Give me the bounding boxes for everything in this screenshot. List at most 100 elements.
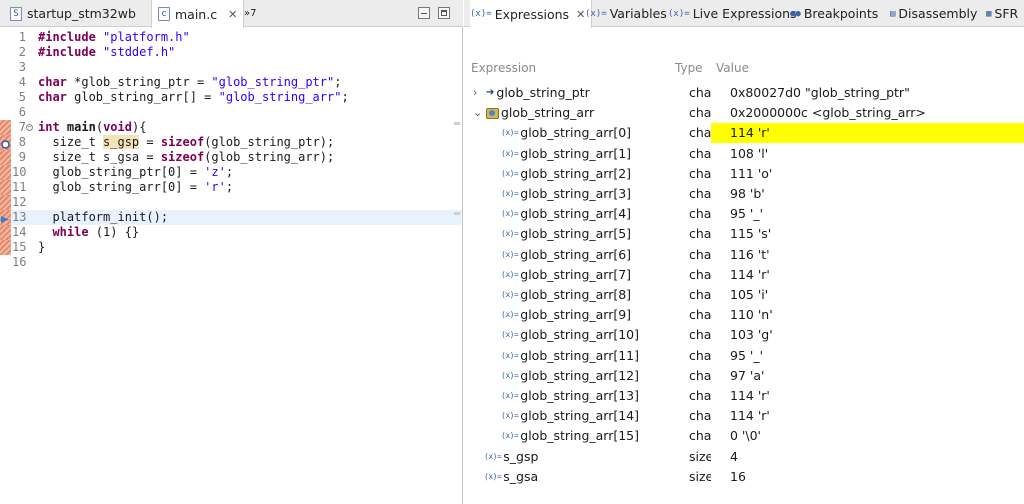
tab-main-c[interactable]: c main.c ✕ [151,0,245,28]
code-line[interactable]: 15} [0,240,462,255]
expression-value[interactable]: 0x80027d0 "glob_string_ptr" [711,83,1024,103]
expression-row[interactable]: (x)= glob_string_arr[0] cha 114 'r' [464,123,1024,144]
expression-row[interactable]: ⌄ glob_string_arr cha 0x2000000c <glob_stri… [464,103,1024,123]
code-line[interactable]: 16 [0,255,462,270]
column-header-type[interactable]: Type [675,61,703,75]
tab-live-expressions[interactable]: (x)= Live Expressions [668,0,797,27]
code-line[interactable]: 1 #include "platform.h" [0,30,462,45]
tab-variables[interactable]: (x)= Variables [585,0,667,27]
tab-label: startup_stm32wb [27,6,136,21]
column-header-value[interactable]: Value [716,61,749,75]
expression-row[interactable]: › ➔ glob_string_ptr cha 0x80027d0 "glob_stri… [464,83,1024,103]
expression-type: cha [689,105,711,121]
fold-toggle-icon[interactable]: − [26,124,33,131]
expression-row[interactable]: (x)= glob_string_arr[15] cha 0 '\0' [464,426,1024,446]
tab-breakpoints[interactable]: ●● Breakpoints [790,0,878,27]
expression-value[interactable]: 115 's' [711,224,1024,244]
expression-value[interactable]: 105 'i' [711,285,1024,305]
expression-type: cha [689,85,711,100]
expression-row[interactable]: (x)= glob_string_arr[2] cha 111 'o' [464,164,1024,184]
column-header-expression[interactable]: Expression [471,61,536,75]
expression-value[interactable]: 0 '\0' [711,426,1024,446]
variable-icon: (x)= [501,249,519,259]
code-line[interactable]: 5 char glob_string_arr[] = "glob_string_a… [0,90,462,105]
expression-label: glob_string_arr[10] [520,327,640,343]
expression-name: (x)= glob_string_arr[8] [501,285,631,305]
tab-overflow[interactable]: »7 [238,0,262,27]
expression-row[interactable]: (x)= glob_string_arr[9] cha 110 'n' [464,305,1024,325]
expression-type: cha [689,287,711,302]
code-line[interactable]: 10 glob_string_ptr[0] = 'z'; [0,165,462,180]
expression-value[interactable]: 95 '_' [711,346,1024,366]
code-text: while (1) {} [52,225,140,239]
expression-row[interactable]: (x)= glob_string_arr[8] cha 105 'i' [464,285,1024,305]
expression-value[interactable]: 114 'r' [711,123,1024,144]
code-line[interactable]: 8 size_t s_gsp = sizeof(glob_string_ptr)… [0,135,462,150]
overview-marker[interactable] [454,212,460,215]
expression-row[interactable]: (x)= glob_string_arr[11] cha 95 '_' [464,346,1024,366]
expression-value[interactable]: 111 'o' [711,164,1024,184]
views-pane: (x)= Expressions ✕ (x)= Variables (x)= L… [464,0,1024,504]
minimize-icon[interactable] [418,7,430,19]
code-line[interactable]: 2 #include "stddef.h" [0,45,462,60]
code-line[interactable]: 9 size_t s_gsa = sizeof(glob_string_arr)… [0,150,462,165]
expression-row[interactable]: (x)= s_gsp size 4 [464,447,1024,467]
expression-row[interactable]: (x)= glob_string_arr[3] cha 98 'b' [464,184,1024,204]
expression-row[interactable]: (x)= glob_string_arr[12] cha 97 'a' [464,366,1024,386]
expression-row[interactable]: (x)= glob_string_arr[10] cha 103 'g' [464,325,1024,345]
expression-row[interactable]: (x)= glob_string_arr[6] cha 116 't' [464,245,1024,265]
code-line[interactable]: 7− int main(void){ [0,120,462,135]
code-line[interactable]: 4 char *glob_string_ptr = "glob_string_pt… [0,75,462,90]
expression-type: size [689,468,711,484]
code-line[interactable]: 6 [0,105,462,120]
expression-row[interactable]: (x)= glob_string_arr[4] cha 95 '_' [464,204,1024,224]
expression-row[interactable]: (x)= glob_string_arr[7] cha 114 'r' [464,265,1024,285]
expression-row[interactable]: (x)= glob_string_arr[14] cha 114 'r' [464,406,1024,426]
expression-value[interactable]: 114 'r' [711,386,1024,406]
collapse-arrow-icon[interactable]: ⌄ [473,103,482,123]
variable-icon: (x)= [501,290,519,299]
expression-value[interactable]: 95 '_' [711,204,1024,224]
expression-name: (x)= glob_string_arr[1] [501,144,631,164]
expression-row[interactable]: (x)= glob_string_arr[13] cha 114 'r' [464,386,1024,406]
line-number: 15 [12,240,27,254]
c-file-icon: c [158,7,170,21]
close-icon[interactable]: ✕ [576,8,585,21]
expression-row[interactable]: (x)= glob_string_arr[5] cha 115 's' [464,224,1024,244]
expression-type: cha [689,367,711,383]
expression-type: cha [689,186,711,201]
line-number: 10 [12,165,27,179]
tab-expressions[interactable]: (x)= Expressions ✕ [470,0,593,28]
expression-row[interactable]: (x)= s_gsa size 16 [464,467,1024,487]
expression-value[interactable]: 16 [711,467,1024,487]
overview-marker[interactable] [454,122,460,125]
code-line[interactable]: 3 [0,60,462,75]
expression-value[interactable]: 103 'g' [711,325,1024,345]
code-line[interactable]: 13 platform_init(); [0,210,462,225]
expression-value[interactable]: 98 'b' [711,184,1024,204]
expression-value[interactable]: 97 'a' [711,366,1024,386]
expression-type: cha [689,226,711,242]
close-icon[interactable]: ✕ [228,8,237,21]
watchpoint-icon[interactable] [1,138,10,149]
code-line[interactable]: 12 [0,195,462,210]
tab-sfr[interactable]: ▦ SFR [986,0,1018,27]
expression-value[interactable]: 114 'r' [711,265,1024,285]
expression-value[interactable]: 114 'r' [711,406,1024,426]
expression-value[interactable]: 108 'l' [711,144,1024,164]
expression-value[interactable]: 110 'n' [711,305,1024,325]
expression-row[interactable]: (x)= glob_string_arr[1] cha 108 'l' [464,144,1024,164]
expression-value[interactable]: 116 't' [711,245,1024,265]
code-editor[interactable]: 1 #include "platform.h" 2 #include "stddef.… [0,27,462,504]
expression-type: cha [689,206,711,222]
code-line[interactable]: 14 while (1) {} [0,225,462,240]
expression-type: cha [689,246,711,262]
tab-disassembly[interactable]: ▤ Disassembly [890,0,977,27]
code-line[interactable]: 11 glob_string_arr[0] = 'r'; [0,180,462,195]
expression-value[interactable]: 0x2000000c <glob_string_arr> [711,103,1024,123]
expand-arrow-icon[interactable]: › [473,83,477,103]
maximize-icon[interactable] [438,7,450,19]
expression-value[interactable]: 4 [711,447,1024,467]
tab-startup-stm32wb[interactable]: S startup_stm32wb [4,0,142,27]
expression-label: glob_string_arr[4] [520,206,632,222]
